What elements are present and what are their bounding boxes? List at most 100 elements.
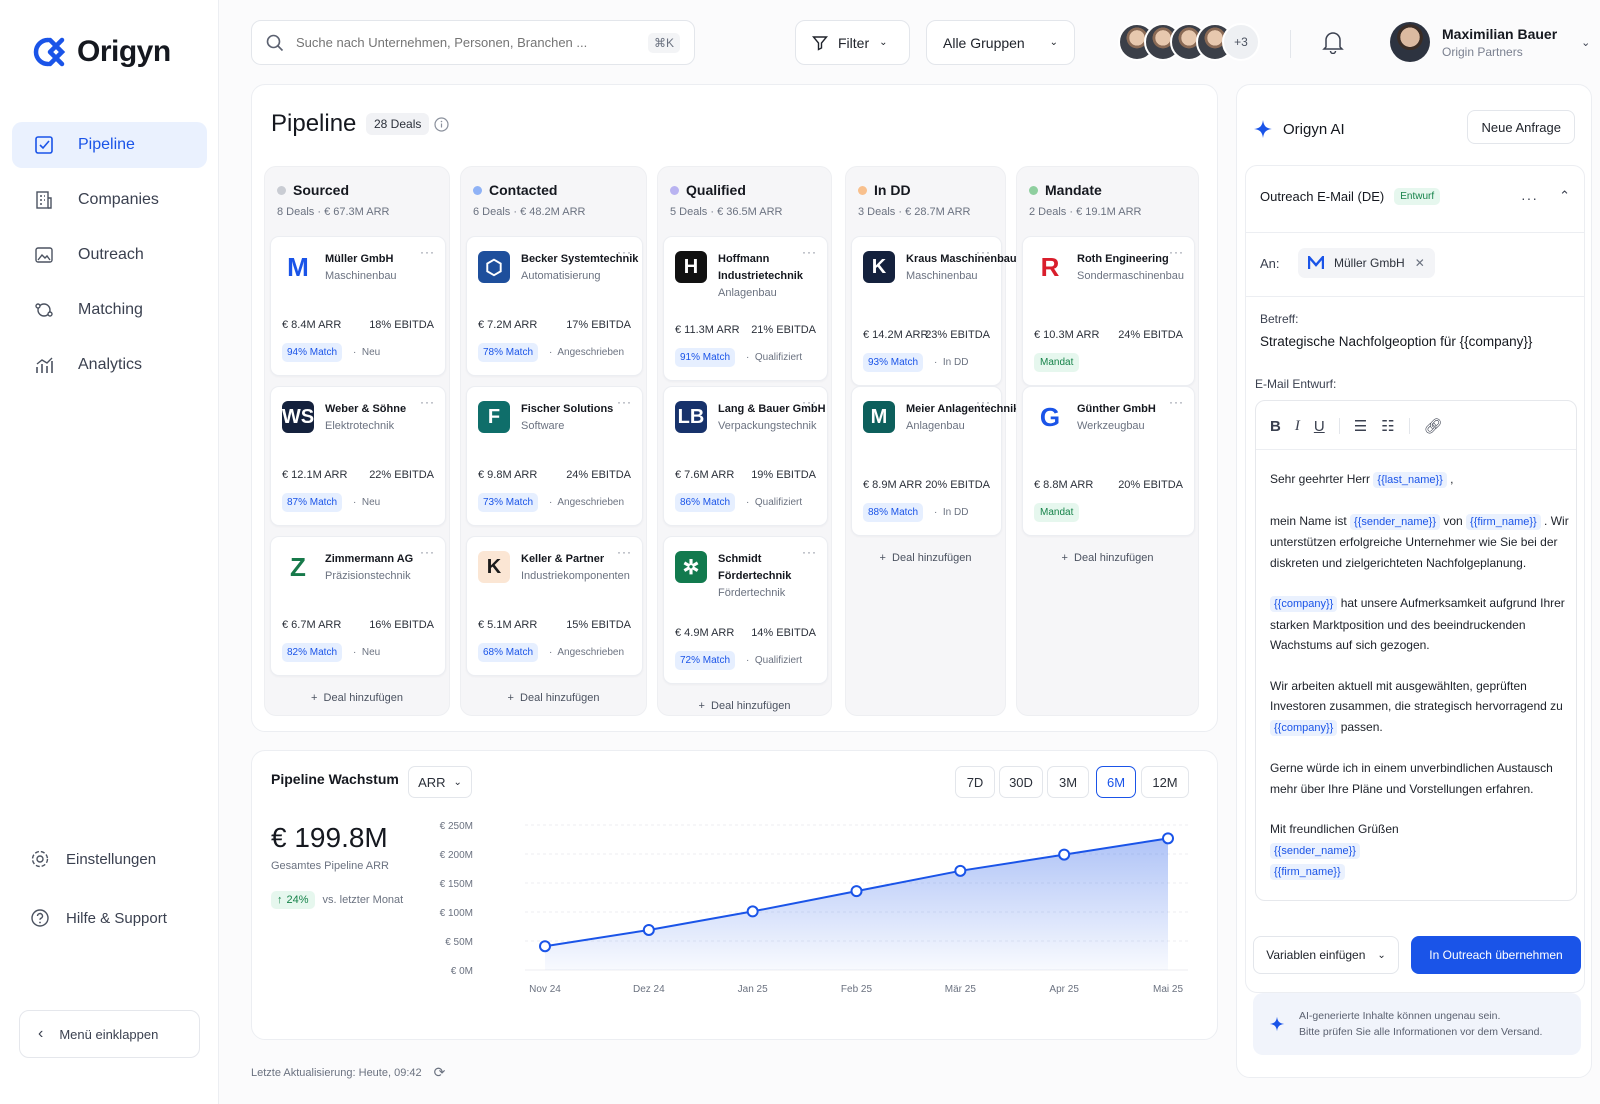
bullet-list-icon[interactable]: ☰ <box>1354 417 1367 435</box>
range-6m-button[interactable]: 6M <box>1096 766 1136 798</box>
more-icon[interactable]: ··· <box>617 245 632 259</box>
search-input[interactable] <box>296 35 636 50</box>
recipient-chip[interactable]: Müller GmbH ✕ <box>1298 248 1435 278</box>
add-deal-button[interactable]: + Deal hinzufügen <box>461 692 646 704</box>
company-logo-icon: K <box>863 251 895 283</box>
link-icon[interactable]: 🔗︎ <box>1424 417 1443 435</box>
help-link[interactable]: Hilfe & Support <box>30 908 167 928</box>
growth-badge: ↑ 24% <box>271 891 315 909</box>
team-avatars[interactable]: +3 <box>1118 23 1260 61</box>
insert-variables-select[interactable]: Variablen einfügen ⌄ <box>1253 936 1399 974</box>
sidebar-item-analytics[interactable]: Analytics <box>12 342 207 388</box>
column-summary: 2 Deals · € 19.1M ARR <box>1029 206 1142 218</box>
deal-card[interactable]: Z Zimmermann AG Präzisionstechnik ··· € 6… <box>270 536 446 676</box>
sidebar-item-outreach[interactable]: Outreach <box>12 232 207 278</box>
help-icon <box>31 909 49 927</box>
more-icon[interactable]: ··· <box>1169 245 1184 259</box>
add-deal-button[interactable]: + Deal hinzufügen <box>658 700 831 712</box>
close-icon[interactable]: ✕ <box>1415 256 1425 270</box>
add-deal-button[interactable]: + Deal hinzufügen <box>265 692 449 704</box>
more-icon[interactable]: ··· <box>976 395 991 409</box>
variable-chip[interactable]: {{last_name}} <box>1373 472 1447 488</box>
settings-link[interactable]: Einstellungen <box>30 849 156 869</box>
deal-status: · Qualifiziert <box>746 352 803 363</box>
variable-chip[interactable]: {{sender_name}} <box>1350 513 1440 530</box>
numbered-list-icon[interactable]: ☷ <box>1381 417 1394 435</box>
more-icon[interactable]: ··· <box>617 395 632 409</box>
email-editor[interactable]: B I U ☰ ☷ 🔗︎ Sehr geehrter Herr {{last_n… <box>1255 400 1577 901</box>
chevron-up-icon[interactable]: ⌃ <box>1559 188 1570 204</box>
data-point[interactable] <box>1162 832 1174 845</box>
range-3m-button[interactable]: 3M <box>1047 766 1089 798</box>
range-30d-button[interactable]: 30D <box>999 766 1043 798</box>
filter-button[interactable]: Filter ⌄ <box>795 20 910 65</box>
data-point[interactable] <box>1058 848 1071 861</box>
column-header: Qualified <box>670 182 746 198</box>
deal-card[interactable]: H Hoffmann Industrietechnik Anlagenbau ··… <box>663 236 828 381</box>
info-icon[interactable] <box>434 117 449 132</box>
data-point[interactable] <box>642 923 655 936</box>
company-logo-icon <box>1308 256 1324 269</box>
user-menu[interactable]: Maximilian Bauer Origin Partners ⌄ <box>1390 22 1590 62</box>
deal-card[interactable]: WS Weber & Söhne Elektrotechnik ··· € 12.… <box>270 386 446 526</box>
more-icon[interactable]: ··· <box>617 545 632 559</box>
variable-chip[interactable]: {{company}} <box>1270 596 1338 612</box>
data-point[interactable] <box>850 885 863 898</box>
deal-card[interactable]: K Keller & Partner Industriekomponenten ·… <box>466 536 643 676</box>
deal-card[interactable]: K Kraus Maschinenbau Maschinenbau ··· € 1… <box>851 236 1017 386</box>
more-icon[interactable]: ··· <box>802 245 817 259</box>
variable-chip[interactable]: {{firm_name}} <box>1466 513 1541 530</box>
underline-icon[interactable]: U <box>1314 418 1325 435</box>
new-request-button[interactable]: Neue Anfrage <box>1467 110 1575 144</box>
more-icon[interactable]: ··· <box>420 395 435 409</box>
deal-card[interactable]: ✲ Schmidt Fördertechnik Fördertechnik ···… <box>663 536 828 684</box>
bold-icon[interactable]: B <box>1270 418 1281 435</box>
deal-card[interactable]: R Roth Engineering Sondermaschinenbau ···… <box>1022 236 1195 386</box>
sidebar-item-matching[interactable]: Matching <box>12 287 207 333</box>
subject-field[interactable]: Strategische Nachfolgeoption für {{compa… <box>1260 334 1532 349</box>
data-point[interactable] <box>746 905 759 918</box>
apply-to-outreach-button[interactable]: In Outreach übernehmen <box>1411 936 1581 974</box>
sidebar-item-companies[interactable]: Companies <box>12 177 207 223</box>
deal-arr: € 14.2M ARR <box>863 329 929 341</box>
ai-title: Origyn AI <box>1283 120 1345 138</box>
more-icon[interactable]: ··· <box>420 245 435 259</box>
logo[interactable]: Origyn <box>31 34 171 70</box>
more-icon[interactable]: ··· <box>420 545 435 559</box>
company-industry: Industriekomponenten <box>521 570 630 582</box>
sidebar-item-pipeline[interactable]: Pipeline <box>12 122 207 168</box>
add-deal-button[interactable]: + Deal hinzufügen <box>1017 552 1198 564</box>
search-bar[interactable]: ⌘K <box>251 20 695 65</box>
company-name-text: Weber & Söhne <box>325 403 407 415</box>
more-icon[interactable]: ··· <box>802 545 817 559</box>
metric-select[interactable]: ARR ⌄ <box>408 766 472 798</box>
data-point[interactable] <box>539 940 551 953</box>
deal-card[interactable]: ⬡ Becker Systemtechnik Automatisierung ··… <box>466 236 643 376</box>
deal-card[interactable]: F Fischer Solutions Software ··· € 9.8M A… <box>466 386 643 526</box>
deal-card[interactable]: M Müller GmbH Maschinenbau ··· € 8.4M ARR… <box>270 236 446 376</box>
variable-chip[interactable]: {{firm_name}} <box>1270 864 1345 880</box>
bell-icon[interactable] <box>1322 30 1344 54</box>
data-point[interactable] <box>954 864 967 877</box>
range-12m-button[interactable]: 12M <box>1141 766 1189 798</box>
deal-status: · Neu <box>353 497 381 508</box>
collapse-menu-button[interactable]: ‹ Menü einklappen <box>19 1010 200 1058</box>
more-icon[interactable]: ··· <box>1521 190 1538 206</box>
body-text: Mit freundlichen Grüßen <box>1270 822 1399 836</box>
range-7d-button[interactable]: 7D <box>955 766 995 798</box>
add-deal-button[interactable]: + Deal hinzufügen <box>846 552 1005 564</box>
editor-toolbar: B I U ☰ ☷ 🔗︎ <box>1270 417 1443 436</box>
more-icon[interactable]: ··· <box>802 395 817 409</box>
column-header: Sourced <box>277 182 349 198</box>
deal-card[interactable]: M Meier Anlagentechnik Anlagenbau ··· € 8… <box>851 386 1019 536</box>
deal-card[interactable]: G Günther GmbH Werkzeugbau ··· € 8.8M ARR… <box>1022 386 1195 536</box>
more-icon[interactable]: ··· <box>1169 395 1184 409</box>
more-icon[interactable]: ··· <box>976 245 991 259</box>
variable-chip[interactable]: {{sender_name}} <box>1270 842 1360 859</box>
deal-card[interactable]: LB Lang & Bauer GmbH Verpackungstechnik ·… <box>663 386 828 526</box>
variable-chip[interactable]: {{company}} <box>1270 719 1338 736</box>
email-body[interactable]: Sehr geehrter Herr {{last_name}} , mein … <box>1270 469 1570 887</box>
group-select[interactable]: Alle Gruppen ⌄ <box>926 20 1075 65</box>
italic-icon[interactable]: I <box>1295 418 1300 435</box>
refresh-icon[interactable]: ⟳ <box>434 1064 446 1081</box>
